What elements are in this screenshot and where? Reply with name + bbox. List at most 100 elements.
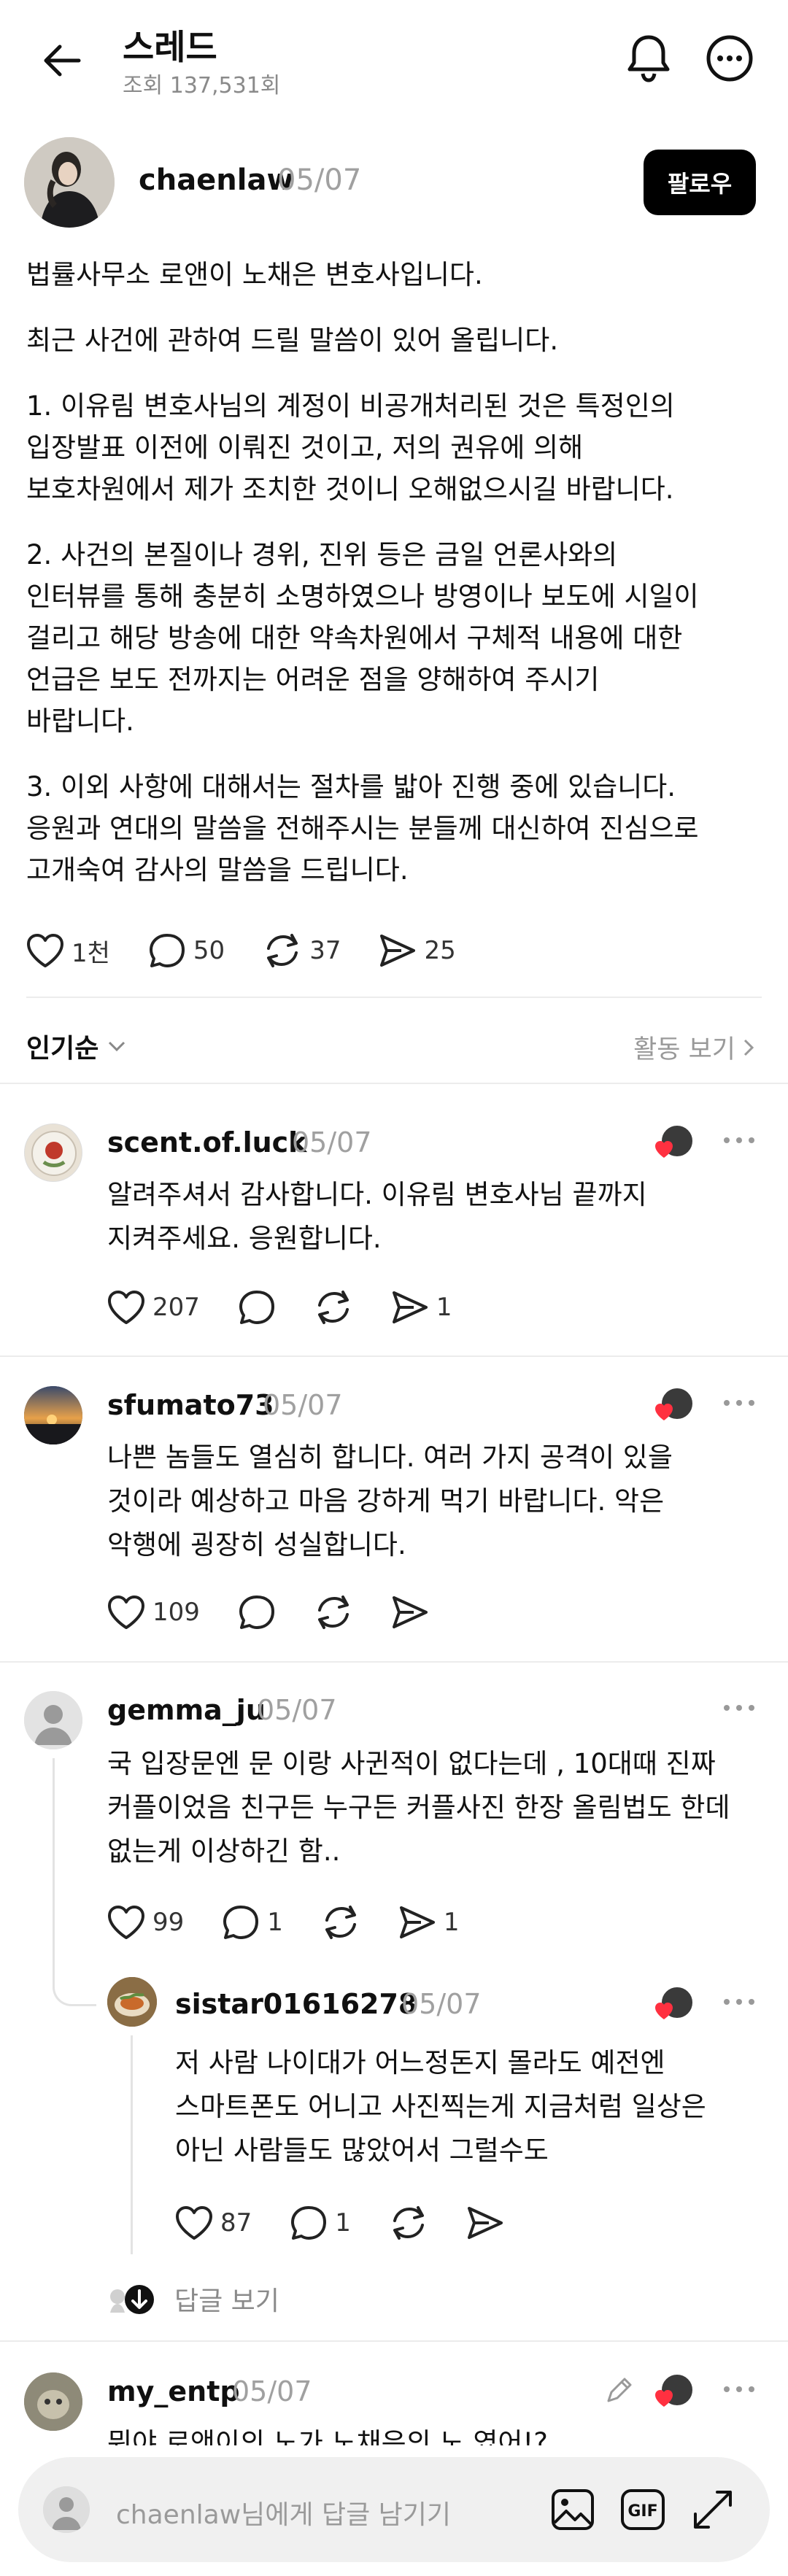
like-button[interactable]: 99 (107, 1905, 184, 1940)
gif-button[interactable]: GIF (617, 2483, 669, 2536)
comment-text-line: 지켜주세요. 응원합니다. (107, 1223, 382, 1254)
repost-icon (317, 1596, 349, 1629)
comment-icon (239, 1291, 274, 1324)
view-replies-button[interactable]: 답글 보기 (107, 2280, 279, 2318)
post-text-line: 3. 이외 사항에 대해서는 절차를 밟아 진행 중에 있습니다. (26, 771, 676, 802)
comment-text-line: 나쁜 놈들도 열심히 합니다. 여러 가지 공격이 있을 (107, 1442, 673, 1473)
commenter-avatar[interactable] (24, 2372, 82, 2431)
post-text-line: 바랍니다. (26, 705, 134, 737)
commenter-username[interactable]: gemma_ju (107, 1694, 266, 1726)
reply-button[interactable]: 1 (222, 1904, 283, 1941)
heart-icon (655, 2003, 673, 2019)
post-text-line: 응원과 연대의 말씀을 전해주시는 분들께 대신하여 진심으로 (26, 813, 699, 844)
share-button[interactable] (391, 1595, 429, 1630)
commenter-username[interactable]: sfumato73 (107, 1389, 274, 1421)
thread-connector (131, 2035, 133, 2254)
comment-text-line: 것이라 예상하고 마음 강하게 먹기 바랍니다. 악은 (107, 1485, 665, 1517)
send-icon (467, 2207, 503, 2239)
comment-text-line: 저 사람 나이대가 어느정돈지 몰라도 예전엔 (175, 2047, 665, 2078)
like-button[interactable]: 207 (107, 1290, 200, 1325)
comment-more-button[interactable] (719, 1697, 760, 1719)
commenter-username[interactable]: scent.of.luck (107, 1126, 306, 1159)
commenter-avatar[interactable] (107, 1977, 157, 2027)
comment-date: 05/07 (263, 1389, 343, 1421)
like-button[interactable]: 1천 (26, 933, 110, 969)
heart-icon (655, 1141, 673, 1158)
comment-text-line: 아닌 사람들도 많았어서 그럴수도 (175, 2135, 549, 2166)
send-icon (399, 1906, 435, 1938)
image-attach-button[interactable] (546, 2483, 599, 2536)
comment-icon (239, 1596, 274, 1629)
share-button[interactable]: 1 (391, 1290, 452, 1325)
reply-button[interactable] (238, 1594, 276, 1631)
like-count: 207 (152, 1293, 200, 1322)
author-username[interactable]: chaenlaw (139, 163, 293, 197)
comment-more-button[interactable] (719, 1392, 760, 1414)
commenter-username[interactable]: sistar01616278 (175, 1988, 417, 2020)
back-button[interactable] (36, 35, 88, 86)
commenter-avatar[interactable] (24, 1691, 82, 1749)
comment-more-button[interactable] (719, 2378, 760, 2400)
sort-label: 인기순 (26, 1034, 99, 1064)
post-actions: 1천 50 37 25 (26, 932, 494, 969)
liked-by-author-avatar (655, 2373, 694, 2407)
notification-button[interactable] (622, 31, 676, 86)
comment-text-line: 없는게 이상하긴 함.. (107, 1836, 341, 1867)
share-button[interactable] (466, 2205, 504, 2240)
repost-icon (325, 1906, 356, 1939)
chevron-right-icon (743, 1039, 754, 1056)
repost-button[interactable] (314, 1594, 353, 1631)
more-options-button[interactable] (702, 31, 757, 86)
send-icon (392, 1596, 428, 1628)
reply-button[interactable] (238, 1289, 276, 1326)
author-avatar[interactable] (24, 137, 115, 228)
commenter-username[interactable]: my_entp (107, 2375, 240, 2407)
reply-input[interactable]: chaenlaw님에게 답글 남기기 GIF (18, 2457, 770, 2562)
thread-connector (53, 1926, 96, 2006)
comment-text-line: 커플이었음 친구든 누구든 커플사진 한장 올림법도 한데 (107, 1792, 730, 1823)
commenter-avatar[interactable] (24, 1386, 82, 1444)
comment-more-button[interactable] (719, 1129, 760, 1151)
sort-dropdown[interactable]: 인기순 (26, 1027, 126, 1065)
divider (0, 2340, 788, 2342)
repost-button[interactable] (321, 1904, 360, 1941)
post-text-line: 최근 사건에 관하여 드릴 말씀이 있어 올립니다. (26, 325, 559, 356)
activity-label: 활동 보기 (633, 1035, 735, 1064)
repost-button[interactable] (314, 1289, 353, 1326)
commenter-avatar[interactable] (24, 1123, 82, 1182)
share-count: 1 (443, 1908, 460, 1937)
repost-icon (393, 2206, 424, 2240)
comment-more-button[interactable] (719, 1991, 760, 2013)
like-count: 99 (152, 1908, 185, 1937)
reply-placeholder: chaenlaw님에게 답글 남기기 (116, 2500, 451, 2530)
share-button[interactable]: 1 (398, 1905, 460, 1940)
like-count: 87 (220, 2208, 252, 2237)
divider (0, 1083, 788, 1084)
chevron-down-icon (109, 1041, 125, 1052)
share-button[interactable]: 25 (379, 933, 456, 968)
more-circle-icon (706, 35, 753, 82)
send-icon (392, 1291, 428, 1323)
expand-button[interactable] (687, 2483, 739, 2536)
repost-button[interactable] (389, 2205, 428, 2241)
send-icon (380, 935, 416, 967)
post-text-line: 법률사무소 로앤이 노채은 변호사입니다. (26, 259, 483, 290)
like-button[interactable]: 109 (107, 1595, 200, 1630)
reply-count: 1 (335, 2208, 351, 2237)
more-horizontal-icon (724, 1999, 754, 2005)
heart-icon (176, 2206, 212, 2240)
comment-actions: 87 1 (175, 2205, 542, 2241)
view-activity-link[interactable]: 활동 보기 (633, 1029, 754, 1066)
post-date: 05/07 (277, 163, 362, 197)
comment-text-line: 스마트폰도 어니고 사진찍는게 지금처럼 일상은 (175, 2091, 706, 2122)
bell-icon (627, 35, 670, 82)
like-button[interactable]: 87 (175, 2205, 252, 2240)
comment-text-line: 악행에 굉장히 성실합니다. (107, 1529, 406, 1560)
post-text-line: 언급은 보도 전까지는 어려운 점을 양해하여 주시기 (26, 664, 600, 695)
heart-icon (108, 1596, 144, 1629)
follow-button[interactable]: 팔로우 (644, 150, 756, 215)
reply-button[interactable]: 50 (148, 932, 225, 969)
reply-button[interactable]: 1 (290, 2205, 351, 2241)
repost-button[interactable]: 37 (263, 932, 341, 969)
post-text-line: 인터뷰를 통해 충분히 소명하였으나 방영이나 보도에 시일이 (26, 581, 699, 612)
